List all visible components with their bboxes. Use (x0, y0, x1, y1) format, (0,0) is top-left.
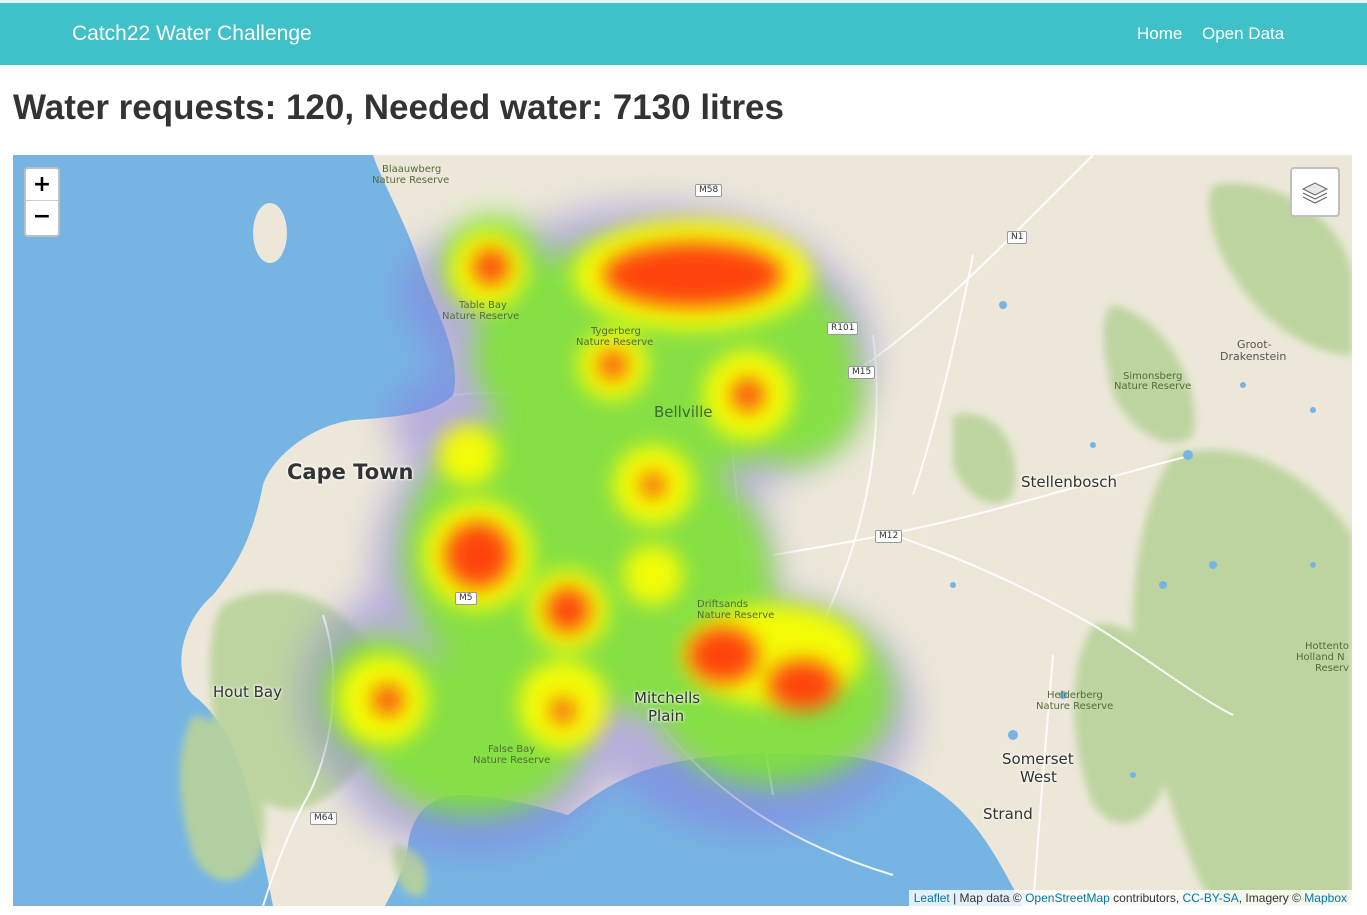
map-attribution: Leaflet | Map data © OpenStreetMap contr… (908, 890, 1352, 906)
zoom-out-button[interactable]: − (26, 201, 58, 233)
nav-home-link[interactable]: Home (1137, 24, 1182, 44)
zoom-control: + − (24, 167, 60, 237)
road-shield-m5: M5 (455, 592, 477, 605)
navbar: Catch22 Water Challenge Home Open Data (0, 3, 1367, 65)
leaflet-link[interactable]: Leaflet (914, 891, 950, 905)
label-tygerberg-reserve: Nature Reserve (576, 337, 654, 348)
mapbox-link[interactable]: Mapbox (1304, 891, 1347, 905)
attribution-imagery: , Imagery © (1238, 891, 1305, 905)
label-hottentots-reserve: Reserv (1315, 663, 1350, 674)
road-shield-m64: M64 (310, 812, 338, 825)
label-blaauwberg: Blaauwberg (382, 164, 442, 175)
label-drakenstein: Drakenstein (1220, 350, 1287, 363)
road-shield-n1: N1 (1007, 231, 1028, 244)
license-link[interactable]: CC-BY-SA (1183, 891, 1239, 905)
zoom-in-button[interactable]: + (26, 169, 58, 201)
page-title: Water requests: 120, Needed water: 7130 … (13, 88, 784, 127)
heatmap-map[interactable]: Cape Town Bellville Stellenbosch Hout Ba… (13, 155, 1352, 906)
label-bellville: Bellville (654, 403, 713, 421)
label-driftsands-reserve: Nature Reserve (697, 610, 775, 621)
label-driftsands: Driftsands (697, 599, 749, 610)
attribution-map-data: | Map data © (949, 891, 1026, 905)
layers-icon (1301, 182, 1329, 204)
label-plain: Plain (648, 707, 685, 725)
road-shield-r101: R101 (827, 322, 859, 335)
map-basemap (13, 155, 1352, 906)
label-strand: Strand (983, 805, 1033, 823)
label-mitchells: Mitchells (634, 689, 701, 707)
layers-button[interactable] (1290, 167, 1340, 217)
label-cape-town: Cape Town (287, 460, 414, 484)
label-simonsberg-reserve: Nature Reserve (1114, 381, 1192, 392)
label-table-bay-reserve: Nature Reserve (442, 311, 520, 322)
label-helderberg-reserve: Nature Reserve (1036, 701, 1114, 712)
road-shield-m12: M12 (875, 530, 903, 543)
robben-island (253, 203, 287, 263)
attribution-contributors: contributors, (1109, 891, 1183, 905)
brand-link[interactable]: Catch22 Water Challenge (72, 22, 312, 46)
label-somerset: Somerset (1002, 750, 1074, 768)
label-tygerberg: Tygerberg (591, 326, 641, 337)
label-blaauwberg-reserve: Nature Reserve (372, 175, 450, 186)
nav-open-data-link[interactable]: Open Data (1202, 24, 1284, 44)
osm-link[interactable]: OpenStreetMap (1025, 891, 1110, 905)
label-hout-bay: Hout Bay (213, 683, 282, 701)
label-west: West (1020, 768, 1057, 786)
label-false-bay: False Bay (488, 744, 536, 755)
label-false-bay-reserve: Nature Reserve (473, 755, 551, 766)
road-shield-m58: M58 (695, 184, 723, 197)
label-hottentots: Hottento (1305, 641, 1350, 652)
label-table-bay: Table Bay (459, 300, 507, 311)
label-helderberg: Helderberg (1047, 690, 1103, 701)
label-hottentots-holland: Holland N (1296, 652, 1345, 663)
road-shield-m15: M15 (848, 366, 876, 379)
label-stellenbosch: Stellenbosch (1021, 473, 1117, 491)
